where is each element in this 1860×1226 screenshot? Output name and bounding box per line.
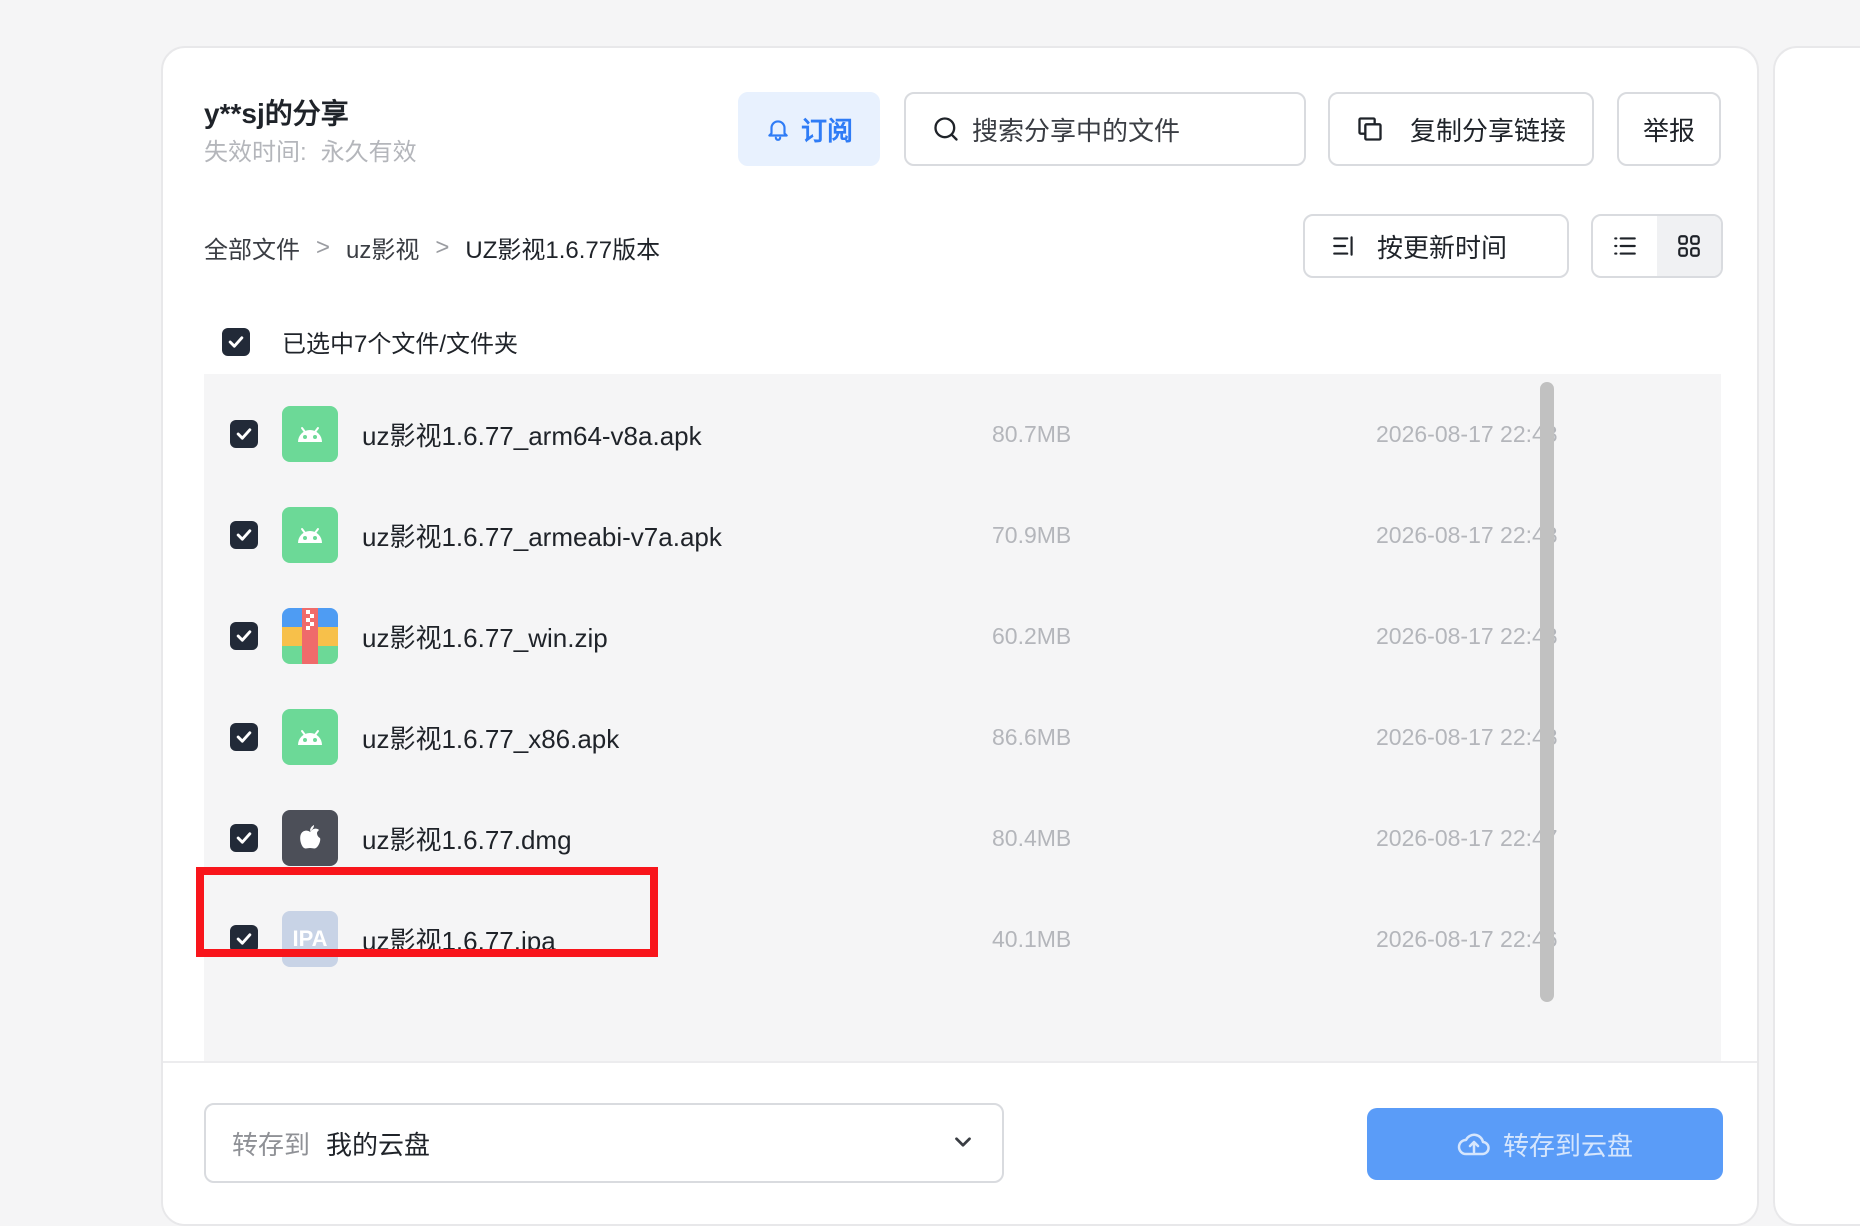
apple-icon [282, 810, 338, 866]
file-size: 40.1MB [992, 925, 1072, 952]
check-icon [236, 630, 252, 642]
select-all[interactable]: 已选中7个文件/文件夹 [222, 324, 518, 359]
select-all-checkbox[interactable] [222, 327, 250, 356]
bell-icon [768, 120, 788, 141]
search-icon [934, 117, 958, 141]
file-size: 86.6MB [992, 723, 1072, 750]
expire-value: 永久有效 [320, 139, 417, 166]
expire-info: 失效时间: 永久有效 [204, 132, 417, 167]
list-view-icon [1614, 237, 1636, 255]
share-panel: y**sj的分享 失效时间: 永久有效 订阅 搜索分享中的文件 复制分享链接 举报… [161, 46, 1759, 1226]
sort-label: 按更新时间 [1377, 232, 1508, 263]
destination-select[interactable]: 转存到 我的云盘 [204, 1103, 1004, 1183]
expire-label: 失效时间: [204, 139, 307, 166]
file-name[interactable]: uz影视1.6.77.dmg [362, 820, 572, 857]
file-checkbox[interactable] [230, 521, 258, 549]
breadcrumb-item-current: UZ影视1.6.77版本 [465, 237, 661, 264]
android-icon [282, 709, 338, 765]
file-size: 60.2MB [992, 622, 1072, 649]
destination-label: 转存到 [232, 1129, 311, 1160]
save-to-cloud-button[interactable]: 转存到云盘 [1367, 1108, 1723, 1180]
copy-link-button[interactable]: 复制分享链接 [1328, 92, 1594, 166]
file-date: 2026-08-17 22:48 [1376, 622, 1558, 649]
view-toggle [1591, 214, 1723, 278]
check-icon [228, 335, 244, 348]
subscribe-button[interactable]: 订阅 [738, 92, 880, 166]
file-size: 80.4MB [992, 824, 1072, 851]
android-icon [282, 507, 338, 563]
side-panel [1773, 46, 1860, 1226]
search-placeholder: 搜索分享中的文件 [972, 115, 1181, 146]
selection-count-label: 已选中7个文件/文件夹 [282, 331, 519, 358]
subscribe-label: 订阅 [800, 115, 853, 146]
cloud-upload-icon [1457, 1133, 1490, 1156]
file-date: 2026-08-17 22:48 [1376, 521, 1558, 548]
file-checkbox[interactable] [230, 723, 258, 751]
copy-link-label: 复制分享链接 [1409, 115, 1566, 146]
check-icon [236, 832, 252, 844]
file-size: 70.9MB [992, 521, 1072, 548]
file-date: 2026-08-17 22:47 [1376, 824, 1558, 851]
search-input[interactable]: 搜索分享中的文件 [904, 92, 1306, 166]
report-button[interactable]: 举报 [1617, 92, 1721, 166]
file-date: 2026-08-17 22:46 [1376, 925, 1558, 952]
check-icon [236, 731, 252, 743]
save-to-cloud-label: 转存到云盘 [1502, 1130, 1633, 1161]
file-date: 2026-08-17 22:48 [1376, 420, 1558, 447]
chevron-down-icon [955, 1137, 971, 1147]
file-checkbox[interactable] [230, 824, 258, 852]
grid-view-button[interactable] [1657, 216, 1721, 276]
android-icon [282, 406, 338, 462]
zip-icon [282, 608, 338, 664]
breadcrumb: 全部文件 > uz影视 > UZ影视1.6.77版本 [204, 230, 660, 265]
chevron-right-icon: > [435, 233, 450, 261]
file-name[interactable]: uz影视1.6.77_armeabi-v7a.apk [362, 517, 722, 554]
highlight-box [196, 867, 658, 957]
check-icon [236, 428, 252, 440]
file-name[interactable]: uz影视1.6.77_win.zip [362, 618, 608, 655]
file-name[interactable]: uz影视1.6.77_x86.apk [362, 719, 619, 756]
check-icon [236, 529, 252, 541]
chevron-right-icon: > [316, 233, 331, 261]
breadcrumb-item-all-files[interactable]: 全部文件 [204, 230, 300, 265]
sort-icon [1333, 236, 1353, 256]
file-checkbox[interactable] [230, 622, 258, 650]
list-view-button[interactable] [1593, 216, 1657, 276]
share-title: y**sj的分享 [204, 98, 349, 129]
scrollbar[interactable] [1540, 382, 1554, 1002]
file-date: 2026-08-17 22:48 [1376, 723, 1558, 750]
report-label: 举报 [1642, 115, 1695, 146]
file-name[interactable]: uz影视1.6.77_arm64-v8a.apk [362, 416, 702, 453]
sort-button[interactable]: 按更新时间 [1303, 214, 1569, 278]
file-size: 80.7MB [992, 420, 1072, 447]
file-list: uz影视1.6.77_arm64-v8a.apk 80.7MB 2026-08-… [204, 374, 1721, 1114]
copy-icon [1358, 117, 1382, 141]
grid-view-icon [1678, 235, 1700, 257]
destination-value: 我的云盘 [326, 1129, 431, 1160]
breadcrumb-item-folder[interactable]: uz影视 [346, 230, 419, 265]
file-checkbox[interactable] [230, 420, 258, 448]
